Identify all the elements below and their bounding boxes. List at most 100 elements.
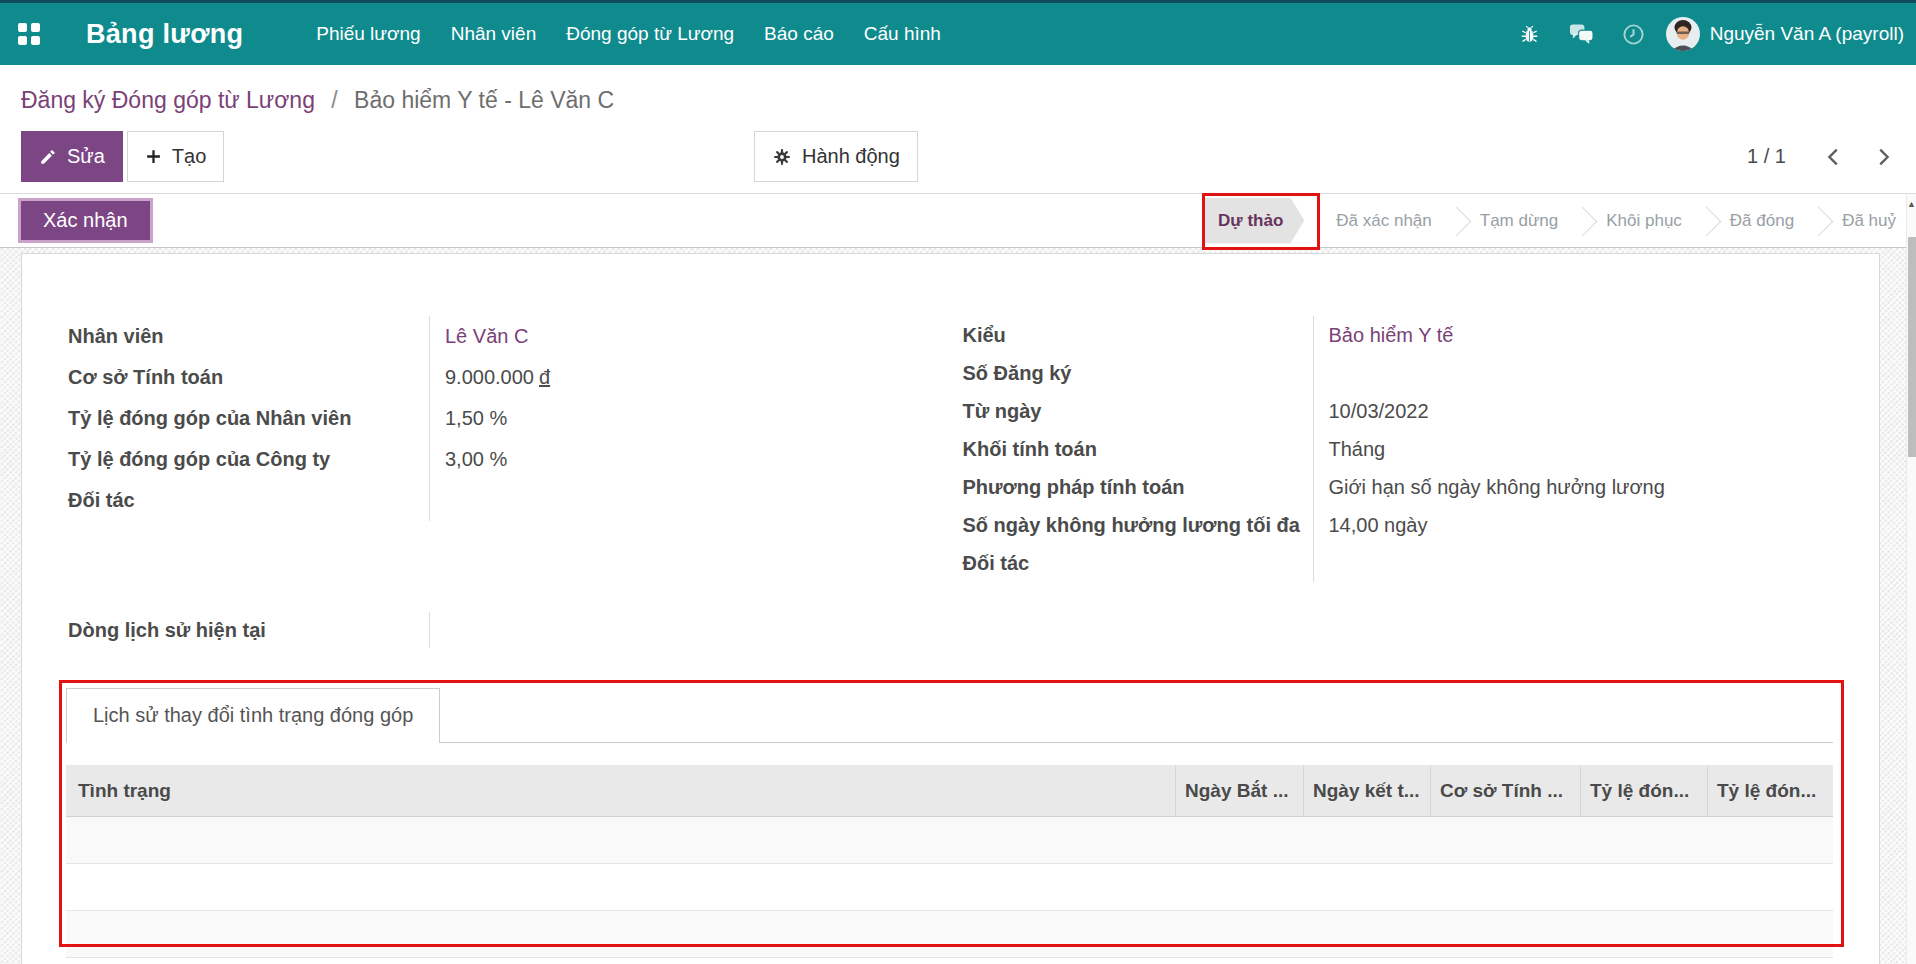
breadcrumb-current: Bảo hiểm Y tế - Lê Văn C xyxy=(354,87,614,113)
vertical-scrollbar[interactable]: ▲ xyxy=(1906,194,1916,964)
field-label: Tỷ lệ đóng góp của Nhân viên xyxy=(56,398,430,439)
column-header[interactable]: Tỷ lệ đón... xyxy=(1580,765,1707,816)
right-field-group: Kiểu Bảo hiểm Y tế Số Đăng ký Từ ngày 10… xyxy=(951,316,1846,582)
field-label: Kiểu xyxy=(951,316,1314,354)
form-sheet: Nhân viên Lê Văn C Cơ sở Tính toán 9.000… xyxy=(21,253,1880,964)
field-value: 10/03/2022 xyxy=(1329,400,1429,422)
apps-menu-icon[interactable] xyxy=(18,23,40,45)
column-header[interactable]: Tình trạng xyxy=(66,765,1175,816)
pencil-icon xyxy=(39,148,57,166)
form-field-row: Nhân viên Lê Văn C xyxy=(56,316,951,357)
pager: 1 / 1 xyxy=(1747,145,1894,168)
navbar-menu-item[interactable]: Đóng góp từ Lương xyxy=(551,23,749,45)
empty-table-row[interactable] xyxy=(66,911,1833,958)
form-field-row: Số ngày không hưởng lương tối đa 14,00 n… xyxy=(951,506,1846,544)
action-menu-button[interactable]: Hành động xyxy=(754,131,918,182)
pager-next-icon[interactable] xyxy=(1872,146,1894,168)
scrollbar-up-arrow[interactable]: ▲ xyxy=(1907,194,1916,209)
left-field-group: Nhân viên Lê Văn C Cơ sở Tính toán 9.000… xyxy=(56,316,951,582)
field-label: Đối tác xyxy=(951,544,1314,582)
list-header: Tình trạngNgày Bắt ...Ngày kết t...Cơ sở… xyxy=(66,765,1833,817)
create-button[interactable]: Tạo xyxy=(127,131,224,182)
column-header[interactable]: Ngày kết t... xyxy=(1303,765,1430,816)
field-value[interactable]: Lê Văn C xyxy=(445,325,528,347)
breadcrumb: Đăng ký Đóng góp từ Lương / Bảo hiểm Y t… xyxy=(0,65,1916,120)
edit-button[interactable]: Sửa xyxy=(21,131,123,182)
form-statusbar: Xác nhận Dự thảo Đã xác nhậnTạm dừngKhôi… xyxy=(0,194,1916,248)
navbar-menu-item[interactable]: Phiếu lương xyxy=(301,23,435,45)
stage-item[interactable]: Tạm dừng xyxy=(1456,194,1582,248)
form-field-row: Dòng lịch sử hiện tại xyxy=(56,612,951,648)
field-label: Từ ngày xyxy=(951,392,1314,430)
field-value[interactable]: Bảo hiểm Y tế xyxy=(1329,324,1454,346)
column-header[interactable]: Cơ sở Tính ... xyxy=(1430,765,1580,816)
field-label: Số Đăng ký xyxy=(951,354,1314,392)
form-field-row: Tỷ lệ đóng góp của Nhân viên 1,50 % xyxy=(56,398,951,439)
field-label: Đối tác xyxy=(56,480,430,521)
user-name[interactable]: Nguyễn Văn A (payroll) xyxy=(1710,23,1904,45)
breadcrumb-parent-link[interactable]: Đăng ký Đóng góp từ Lương xyxy=(21,87,315,113)
field-value: Giới hạn số ngày không hưởng lương xyxy=(1329,476,1665,498)
odoo-app-window: Bảng lương Phiếu lươngNhân viênĐóng góp … xyxy=(0,0,1916,964)
status-pipeline: Dự thảo Đã xác nhậnTạm dừngKhôi phụcĐã đ… xyxy=(1205,194,1916,247)
navbar-systray: Nguyễn Văn A (payroll) xyxy=(1504,17,1916,51)
activities-clock-icon[interactable] xyxy=(1608,23,1660,46)
chat-messages-icon[interactable] xyxy=(1556,23,1608,45)
top-navbar: Bảng lương Phiếu lươngNhân viênĐóng góp … xyxy=(0,0,1916,65)
stage-item[interactable]: Đã đóng xyxy=(1706,194,1818,248)
tab-contribution-history[interactable]: Lịch sử thay đổi tình trạng đóng góp xyxy=(66,688,440,743)
field-value: 3,00 % xyxy=(445,448,507,470)
field-label: Tỷ lệ đóng góp của Công ty xyxy=(56,439,430,480)
list-body xyxy=(66,817,1833,958)
navbar-menu-item[interactable]: Cấu hình xyxy=(849,23,956,45)
pager-count: 1 / 1 xyxy=(1747,145,1786,168)
navbar-menu-item[interactable]: Nhân viên xyxy=(436,23,552,45)
navbar-menu: Phiếu lươngNhân viênĐóng góp từ LươngBáo… xyxy=(301,3,956,65)
field-label: Cơ sở Tính toán xyxy=(56,357,430,398)
stage-item[interactable]: Đã huỷ xyxy=(1818,194,1910,248)
form-view-content: Nhân viên Lê Văn C Cơ sở Tính toán 9.000… xyxy=(0,248,1916,964)
stage-draft-active[interactable]: Dự thảo xyxy=(1205,198,1304,244)
field-label: Nhân viên xyxy=(56,316,430,357)
column-header[interactable]: Tỷ lệ đón... xyxy=(1707,765,1833,816)
scrollbar-thumb[interactable] xyxy=(1908,237,1916,457)
control-panel: Sửa Tạo Hành động xyxy=(0,120,1916,194)
history-line-group: Dòng lịch sử hiện tại xyxy=(56,612,951,648)
field-label: Số ngày không hưởng lương tối đa xyxy=(951,506,1314,544)
annotation-box-draft-stage: Dự thảo xyxy=(1205,198,1304,244)
form-field-row: Đối tác xyxy=(951,544,1846,582)
field-label: Khối tính toán xyxy=(951,430,1314,468)
gear-icon xyxy=(772,147,792,167)
field-value: 1,50 % xyxy=(445,407,507,429)
stage-item[interactable]: Khôi phục xyxy=(1582,194,1706,248)
notebook-tabs: Lịch sử thay đổi tình trạng đóng góp xyxy=(66,688,1833,743)
breadcrumb-separator: / xyxy=(331,87,337,113)
plus-icon xyxy=(145,148,162,165)
debug-bug-icon[interactable] xyxy=(1504,24,1556,45)
field-value: 9.000.000 xyxy=(445,366,534,388)
field-groups: Nhân viên Lê Văn C Cơ sở Tính toán 9.000… xyxy=(56,316,1845,582)
form-field-row: Khối tính toán Tháng xyxy=(951,430,1846,468)
form-field-row: Đối tác xyxy=(56,480,951,521)
form-field-row: Kiểu Bảo hiểm Y tế xyxy=(951,316,1846,354)
navbar-menu-item[interactable]: Báo cáo xyxy=(749,23,849,45)
form-field-row: Từ ngày 10/03/2022 xyxy=(951,392,1846,430)
stage-item[interactable]: Đã xác nhận xyxy=(1320,194,1455,248)
field-value: Tháng xyxy=(1329,438,1386,460)
form-field-row: Phương pháp tính toán Giới hạn số ngày k… xyxy=(951,468,1846,506)
app-brand[interactable]: Bảng lương xyxy=(86,19,243,50)
form-field-row: Số Đăng ký xyxy=(951,354,1846,392)
history-list-table: Tình trạngNgày Bắt ...Ngày kết t...Cơ sở… xyxy=(66,765,1833,958)
form-field-row: Cơ sở Tính toán 9.000.000đ xyxy=(56,357,951,398)
currency-suffix: đ xyxy=(539,366,550,388)
notebook-history-annotated: Lịch sử thay đổi tình trạng đóng góp Tìn… xyxy=(66,688,1833,958)
column-header[interactable]: Ngày Bắt ... xyxy=(1175,765,1303,816)
pager-previous-icon[interactable] xyxy=(1823,146,1845,168)
empty-table-row[interactable] xyxy=(66,864,1833,911)
field-value: 14,00 ngày xyxy=(1329,514,1428,536)
field-label: Phương pháp tính toán xyxy=(951,468,1314,506)
confirm-button[interactable]: Xác nhận xyxy=(18,198,153,243)
empty-table-row[interactable] xyxy=(66,817,1833,864)
form-field-row: Tỷ lệ đóng góp của Công ty 3,00 % xyxy=(56,439,951,480)
user-avatar[interactable] xyxy=(1666,17,1700,51)
